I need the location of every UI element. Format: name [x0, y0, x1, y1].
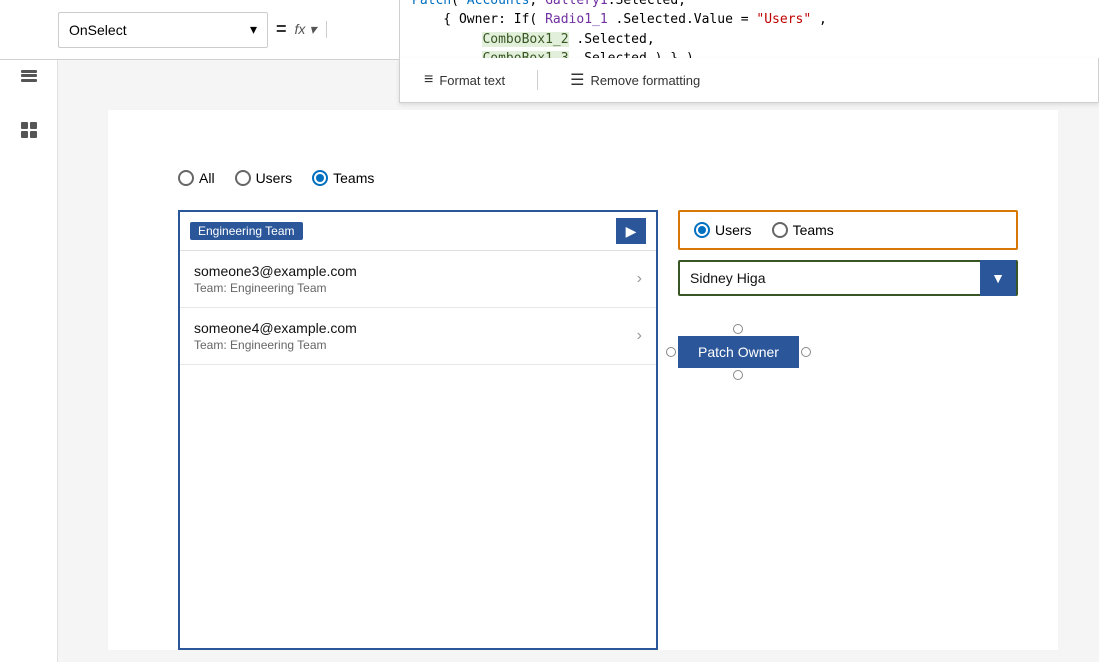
radio-circle-all [178, 170, 194, 186]
gallery-item-0[interactable]: someone3@example.com Team: Engineering T… [180, 251, 656, 308]
gallery-item-info-0: someone3@example.com Team: Engineering T… [194, 263, 357, 295]
format-text-icon: ≡ [424, 71, 433, 89]
canvas-area: All Users Teams Engineering Team ▶ someo… [58, 60, 1099, 662]
gallery-item-team-1: Team: Engineering Team [194, 338, 357, 352]
formula-line-2: { Owner: If( Radio1_1 .Selected.Value = … [412, 10, 1087, 30]
sidebar-icon-components[interactable] [13, 114, 45, 146]
radio-circle-users [235, 170, 251, 186]
remove-formatting-label: Remove formatting [590, 73, 700, 88]
right-radio-teams[interactable]: Teams [772, 222, 834, 238]
chevron-down-icon: ▾ [250, 21, 257, 38]
radio-option-teams[interactable]: Teams [312, 170, 374, 186]
right-radio-circle-users [694, 222, 710, 238]
handle-top [733, 324, 743, 334]
users-teams-radio-group: Users Teams [678, 210, 1018, 250]
right-radio-label-users: Users [715, 222, 752, 238]
radio-label-users: Users [256, 170, 293, 186]
right-radio-users[interactable]: Users [694, 222, 752, 238]
format-text-label: Format text [439, 73, 505, 88]
sidebar-icon-layers[interactable] [13, 62, 45, 94]
menu-divider [537, 70, 538, 90]
gallery-item-email-1: someone4@example.com [194, 320, 357, 336]
right-radio-circle-teams [772, 222, 788, 238]
fx-label: fx ▾ [295, 21, 328, 38]
fx-chevron: ▾ [309, 21, 316, 37]
formula-line-1: Patch( Accounts, Gallery1.Selected, [412, 0, 1087, 10]
app-preview: All Users Teams Engineering Team ▶ someo… [108, 110, 1058, 650]
radio-label-all: All [199, 170, 215, 186]
fx-x: x [298, 21, 305, 37]
remove-formatting-menu-item[interactable]: ☰ Remove formatting [562, 66, 708, 94]
owner-dropdown-btn[interactable]: ▼ [980, 260, 1016, 296]
gallery-item-chevron-1: › [637, 327, 642, 345]
sidebar [0, 0, 58, 662]
gallery-item-1[interactable]: someone4@example.com Team: Engineering T… [180, 308, 656, 365]
owner-dropdown-chevron: ▼ [991, 270, 1005, 286]
formula-selector-label: OnSelect [69, 22, 127, 38]
gallery-panel: Engineering Team ▶ someone3@example.com … [178, 210, 658, 650]
radio-label-teams: Teams [333, 170, 374, 186]
patch-owner-button[interactable]: Patch Owner [678, 336, 799, 368]
formula-selector[interactable]: OnSelect ▾ [58, 12, 268, 48]
formula-line-3: ComboBox1_2 .Selected, [412, 30, 1087, 50]
gallery-item-info-1: someone4@example.com Team: Engineering T… [194, 320, 357, 352]
gallery-tag: Engineering Team [190, 222, 303, 240]
owner-dropdown[interactable]: Sidney Higa ▼ [678, 260, 1018, 296]
remove-formatting-icon: ☰ [570, 70, 584, 90]
radio-group-top: All Users Teams [178, 170, 374, 186]
radio-option-users[interactable]: Users [235, 170, 293, 186]
handle-left [666, 347, 676, 357]
right-panel: Users Teams Sidney Higa ▼ [678, 210, 1018, 368]
formula-code-area: Patch( Accounts, Gallery1.Selected, { Ow… [399, 0, 1099, 60]
gallery-header-arrow[interactable]: ▶ [616, 218, 646, 244]
radio-option-all[interactable]: All [178, 170, 215, 186]
radio-circle-teams [312, 170, 328, 186]
gallery-item-chevron-0: › [637, 270, 642, 288]
gallery-header: Engineering Team ▶ [180, 212, 656, 251]
patch-owner-container: Patch Owner [678, 336, 799, 368]
equals-sign: = [276, 19, 287, 40]
format-text-menu-item[interactable]: ≡ Format text [416, 67, 513, 93]
format-menu: ≡ Format text ☰ Remove formatting [399, 58, 1099, 103]
gallery-item-team-0: Team: Engineering Team [194, 281, 357, 295]
handle-bottom [733, 370, 743, 380]
gallery-item-email-0: someone3@example.com [194, 263, 357, 279]
owner-dropdown-value: Sidney Higa [680, 270, 980, 286]
right-radio-label-teams: Teams [793, 222, 834, 238]
handle-right [801, 347, 811, 357]
